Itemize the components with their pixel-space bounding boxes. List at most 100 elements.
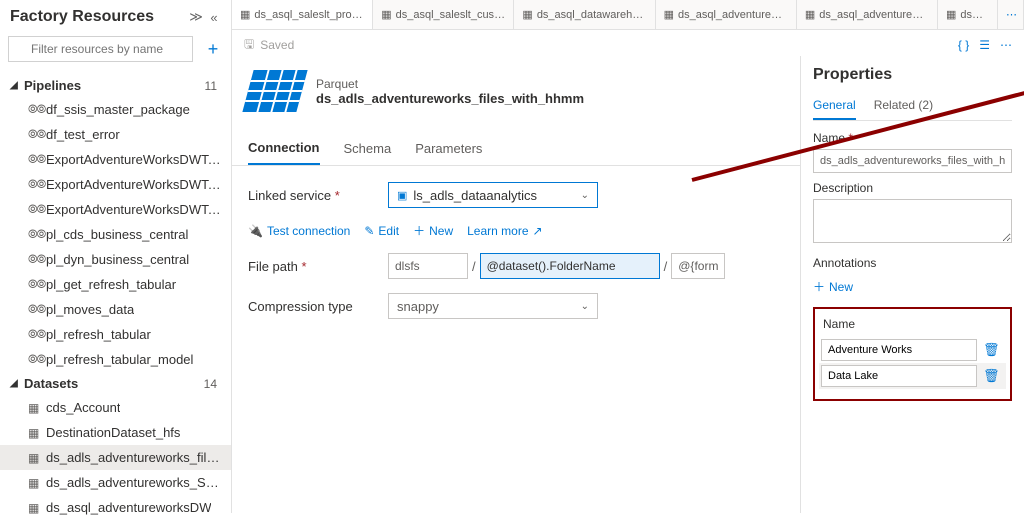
plus-icon: ＋: [813, 278, 825, 295]
tab[interactable]: ▦ds_asql_saleslt_custo...: [373, 0, 514, 29]
pipeline-icon: ⦾⦾: [28, 178, 46, 192]
table-icon: ▦: [28, 451, 46, 465]
properties-panel: Properties General Related (2) Name * De…: [800, 56, 1024, 513]
chevron-down-icon: ◢: [10, 80, 24, 91]
tree-item[interactable]: ▦DestinationDataset_hfs: [0, 420, 231, 445]
linked-service-select[interactable]: ▣ ls_adls_dataanalytics ⌄: [388, 182, 598, 208]
factory-resources-sidebar: Factory Resources ≫ « ⌕ + ◢ Pipelines 11…: [0, 0, 232, 513]
tree-item[interactable]: ⦾⦾pl_refresh_tabular: [0, 322, 231, 347]
properties-tab-related[interactable]: Related (2): [874, 94, 933, 120]
table-icon: ▦: [522, 8, 532, 21]
sidebar-title: Factory Resources: [10, 8, 185, 26]
linked-service-label: Linked service *: [248, 188, 388, 203]
compression-label: Compression type: [248, 299, 388, 314]
properties-title: Properties: [813, 66, 1012, 84]
main-area: ▦ds_asql_saleslt_product ▦ds_asql_salesl…: [232, 0, 1024, 513]
pipeline-icon: ⦾⦾: [28, 303, 46, 317]
learn-more-link[interactable]: Learn more ↗: [467, 224, 542, 238]
tree-item[interactable]: ⦾⦾df_test_error: [0, 122, 231, 147]
delete-icon[interactable]: 🗑: [983, 368, 1000, 384]
table-icon: ▦: [381, 8, 391, 21]
tree-item[interactable]: ▦ds_adls_adventureworks_Sales_with_...: [0, 470, 231, 495]
tree-item[interactable]: ▦ds_asql_adventureworksDW: [0, 495, 231, 520]
annotation-row: 🗑: [819, 337, 1006, 363]
parquet-icon: [242, 70, 307, 112]
tree-item[interactable]: ⦾⦾pl_get_refresh_tabular: [0, 272, 231, 297]
table-icon: ▦: [805, 8, 815, 21]
connection-form: Linked service * ▣ ls_adls_dataanalytics…: [232, 166, 792, 349]
pipeline-icon: ⦾⦾: [28, 203, 46, 217]
tab[interactable]: ▦ds_adls: [938, 0, 998, 29]
save-icon: 🖫: [244, 35, 254, 56]
more-icon[interactable]: ⋯: [1000, 38, 1012, 52]
tab[interactable]: ▦ds_asql_adventurewo...: [797, 0, 938, 29]
tab[interactable]: ▦ds_asql_datawarehouse: [514, 0, 655, 29]
delete-icon[interactable]: 🗑: [983, 342, 1000, 358]
tabs-overflow[interactable]: ⋯: [998, 0, 1024, 29]
tree-item[interactable]: ⦾⦾ExportAdventureWorksDWToParque...: [0, 172, 231, 197]
pipeline-icon: ⦾⦾: [28, 103, 46, 117]
saved-label: Saved: [260, 38, 294, 52]
tree-item[interactable]: ⦾⦾df_ssis_master_package: [0, 97, 231, 122]
annotation-row: 🗑: [819, 363, 1006, 389]
pipeline-icon: ⦾⦾: [28, 228, 46, 242]
edit-link[interactable]: ✎Edit: [364, 224, 399, 238]
test-connection-link[interactable]: 🔌Test connection: [248, 224, 350, 238]
annotations-highlight: Name 🗑 🗑: [813, 307, 1012, 401]
pipeline-icon: ⦾⦾: [28, 328, 46, 342]
tree-item[interactable]: ⦾⦾pl_dyn_business_central: [0, 247, 231, 272]
dataset-name: ds_adls_adventureworks_files_with_hhmm: [316, 91, 584, 106]
new-annotation-button[interactable]: ＋New: [813, 278, 853, 295]
annotation-input[interactable]: [821, 365, 977, 387]
dataset-type: Parquet: [316, 77, 584, 91]
subtab-connection[interactable]: Connection: [248, 132, 320, 165]
prop-name-input[interactable]: [813, 149, 1012, 173]
table-icon: ▦: [664, 8, 674, 21]
table-icon: ▦: [28, 501, 46, 515]
tree-item[interactable]: ▦cds_Account: [0, 395, 231, 420]
annotation-input[interactable]: [821, 339, 977, 361]
tree-item[interactable]: ⦾⦾pl_refresh_tabular_model: [0, 347, 231, 372]
tree-item[interactable]: ⦾⦾ExportAdventureWorksDWToParque...: [0, 147, 231, 172]
pipeline-icon: ⦾⦾: [28, 278, 46, 292]
editor-tabs: ▦ds_asql_saleslt_product ▦ds_asql_salesl…: [232, 0, 1024, 30]
new-link[interactable]: ＋New: [413, 222, 453, 239]
add-resource-button[interactable]: +: [203, 39, 223, 60]
tree-item[interactable]: ▦ds_adls_adventureworks_files_with_h...: [0, 445, 231, 470]
prop-description-input[interactable]: [813, 199, 1012, 243]
pipeline-icon: ⦾⦾: [28, 153, 46, 167]
tree-item[interactable]: ⦾⦾ExportAdventureWorksDWToParque...: [0, 197, 231, 222]
file-path-label: File path *: [248, 259, 388, 274]
collapse-sidebar-icon[interactable]: «: [207, 10, 221, 25]
file-expression-input[interactable]: [671, 253, 725, 279]
table-icon: ▦: [946, 8, 956, 21]
container-input[interactable]: [388, 253, 468, 279]
expand-all-icon[interactable]: ≫: [189, 9, 203, 25]
json-view-icon[interactable]: { }: [958, 38, 969, 52]
table-icon: ▦: [240, 8, 250, 21]
properties-tab-general[interactable]: General: [813, 94, 856, 120]
tab[interactable]: ▦ds_asql_adventurewo...: [656, 0, 797, 29]
section-datasets[interactable]: ◢ Datasets 14: [0, 372, 231, 395]
compression-select[interactable]: snappy ⌄: [388, 293, 598, 319]
plug-icon: 🔌: [248, 224, 263, 238]
subtab-parameters[interactable]: Parameters: [415, 133, 482, 164]
prop-description-label: Description: [813, 181, 1012, 195]
filter-input[interactable]: [8, 36, 193, 62]
pipeline-icon: ⦾⦾: [28, 253, 46, 267]
plus-icon: ＋: [413, 222, 425, 239]
annotations-name-header: Name: [819, 315, 1006, 337]
tab[interactable]: ▦ds_asql_saleslt_product: [232, 0, 373, 29]
folder-expression-input[interactable]: [480, 253, 660, 279]
table-icon: ▦: [28, 401, 46, 415]
chevron-down-icon: ⌄: [581, 190, 589, 201]
table-icon: ▦: [28, 476, 46, 490]
tree-item[interactable]: ⦾⦾pl_cds_business_central: [0, 222, 231, 247]
subtab-schema[interactable]: Schema: [344, 133, 392, 164]
pencil-icon: ✎: [364, 224, 374, 238]
tree-item[interactable]: ⦾⦾pl_moves_data: [0, 297, 231, 322]
section-pipelines[interactable]: ◢ Pipelines 11: [0, 74, 231, 97]
table-icon: ▦: [28, 426, 46, 440]
storage-icon: ▣: [397, 189, 407, 202]
properties-toggle-icon[interactable]: ☰: [979, 38, 990, 52]
